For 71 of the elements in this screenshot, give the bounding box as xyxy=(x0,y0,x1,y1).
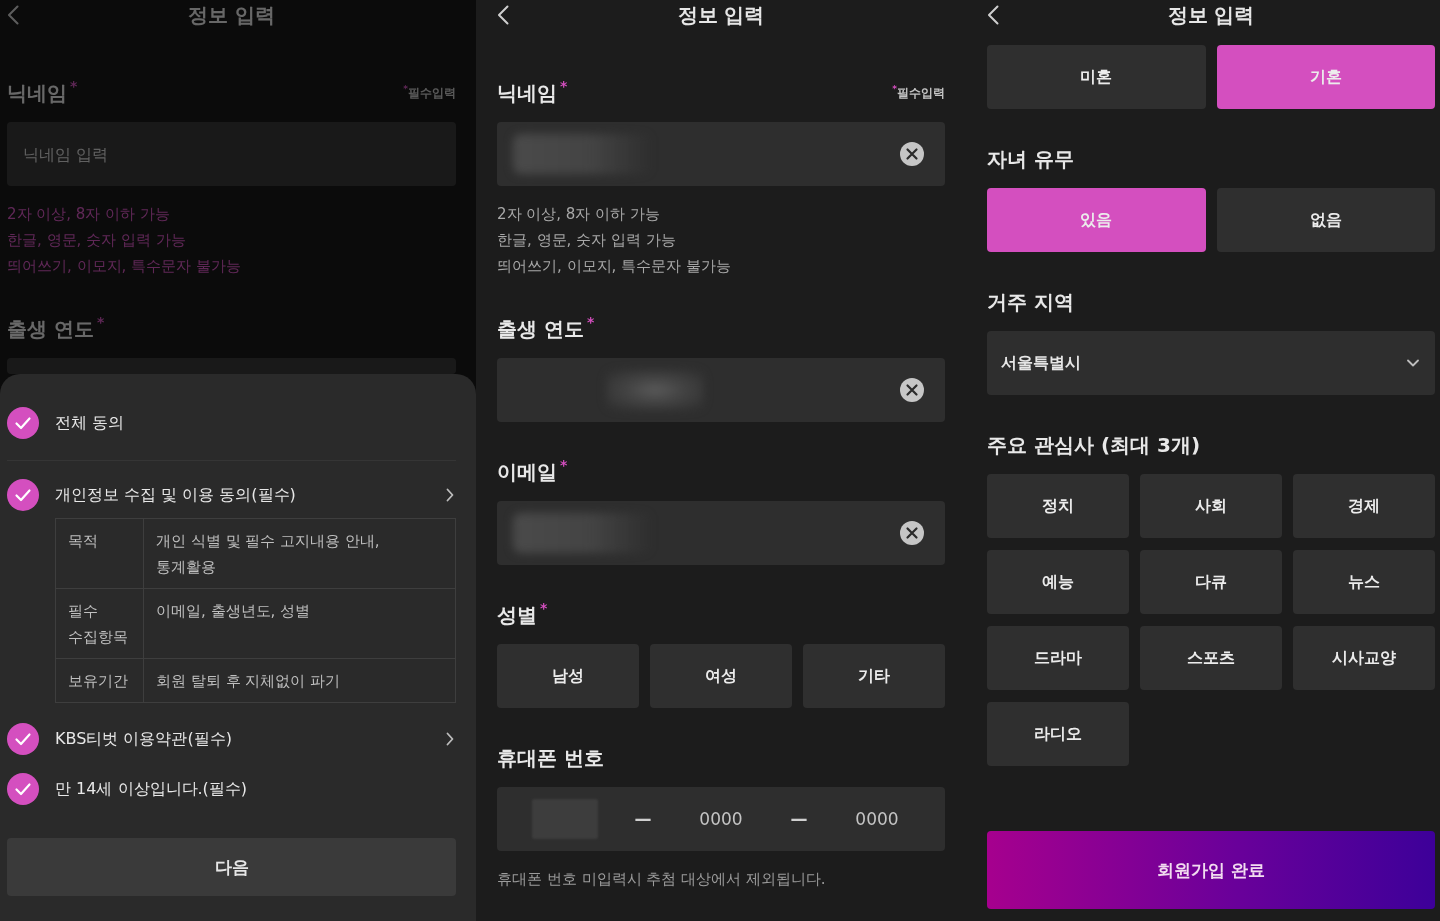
chevron-down-icon xyxy=(1407,359,1419,367)
screen-title: 정보 입력 xyxy=(677,2,765,29)
back-icon[interactable] xyxy=(987,5,999,25)
required-note: *필수입력 xyxy=(403,85,456,101)
hint-text: 띄어쓰기, 이모지, 특수문자 불가능 xyxy=(497,256,731,277)
table-cell-text: 회원 탈퇴 후 지체없이 파기 xyxy=(155,671,342,692)
choice-button[interactable]: 미혼 xyxy=(987,45,1206,109)
choice-button[interactable]: 사회 xyxy=(1140,474,1282,538)
table-cell: 목적 xyxy=(56,519,144,589)
choice-button[interactable]: 드라마 xyxy=(987,626,1129,690)
field-label: 이메일* xyxy=(497,458,568,486)
choice-button[interactable]: 다큐 xyxy=(1140,550,1282,614)
field-label: 출생 연도* xyxy=(7,315,105,343)
choice-button[interactable]: 시사교양 xyxy=(1293,626,1435,690)
hint-text: 띄어쓰기, 이모지, 특수문자 불가능 xyxy=(7,256,241,277)
check-circle-icon[interactable] xyxy=(7,407,39,439)
check-circle-icon[interactable] xyxy=(7,723,39,755)
choice-button[interactable]: 정치 xyxy=(987,474,1129,538)
choice-button[interactable]: 경제 xyxy=(1293,474,1435,538)
table-cell: 이메일, 출생년도, 성별 xyxy=(144,589,455,659)
field-label: 출생 연도* xyxy=(497,315,595,343)
choice-button[interactable]: 기타 xyxy=(803,644,945,708)
table-cell: 개인 식별 및 필수 고지내용 안내, 통계활용 xyxy=(144,519,455,589)
clear-icon[interactable] xyxy=(900,142,924,166)
text-input[interactable]: 닉네임 입력 xyxy=(23,144,435,164)
screen-title: 정보 입력 xyxy=(1167,2,1255,29)
check-circle-icon[interactable] xyxy=(7,773,39,805)
phone-input[interactable]: 0000 xyxy=(847,809,907,829)
hint-text: 한글, 영문, 숫자 입력 가능 xyxy=(7,230,186,251)
clear-icon[interactable] xyxy=(899,378,924,402)
agreement-label: 전체 동의 xyxy=(55,412,125,434)
clear-icon[interactable] xyxy=(900,521,924,545)
agreement-label: 개인정보 수집 및 이용 동의(필수) xyxy=(55,484,296,506)
field-label: 주요 관심사 (최대 3개) xyxy=(987,432,1201,459)
field-label: 휴대폰 번호 xyxy=(497,745,604,772)
field-label: 거주 지역 xyxy=(987,289,1074,316)
next-button[interactable]: 다음 xyxy=(7,838,456,896)
region-select[interactable]: 서울특별시 xyxy=(987,331,1435,395)
hint-text: 한글, 영문, 숫자 입력 가능 xyxy=(497,230,676,251)
table-cell: 보유기간 xyxy=(56,659,144,702)
submit-button[interactable]: 회원가입 완료 xyxy=(987,831,1435,909)
text-field[interactable] xyxy=(497,122,945,186)
table-cell: 필수 수집항목 xyxy=(56,589,144,659)
text-field[interactable] xyxy=(7,358,456,374)
choice-button[interactable]: 남성 xyxy=(497,644,639,708)
field-label: 자녀 유무 xyxy=(987,146,1074,173)
check-circle-icon[interactable] xyxy=(7,479,39,511)
text-field[interactable] xyxy=(497,501,945,565)
choice-button[interactable]: 예능 xyxy=(987,550,1129,614)
text-field[interactable] xyxy=(497,358,945,422)
back-icon[interactable] xyxy=(497,5,509,25)
choice-button[interactable]: 없음 xyxy=(1216,188,1435,252)
required-note: *필수입력 xyxy=(892,85,945,101)
agreement-label: KBS티벗 이용약관(필수) xyxy=(55,728,232,750)
phone-input[interactable]: 0000 xyxy=(691,809,751,829)
choice-button[interactable]: 뉴스 xyxy=(1293,550,1435,614)
agreement-label: 만 14세 이상입니다.(필수) xyxy=(55,778,248,800)
phone-field[interactable]: — 0000 — 0000 xyxy=(497,787,945,851)
chevron-right-icon[interactable] xyxy=(446,488,454,502)
hint-text: 2자 이상, 8자 이하 가능 xyxy=(7,204,170,225)
field-label: 닉네임* xyxy=(497,79,568,107)
screen-title: 정보 입력 xyxy=(188,2,275,29)
text-field[interactable]: 닉네임 입력 xyxy=(7,122,456,186)
hint-text: 2자 이상, 8자 이하 가능 xyxy=(497,204,660,225)
choice-button[interactable]: 라디오 xyxy=(987,702,1129,766)
choice-button[interactable]: 여성 xyxy=(650,644,792,708)
chevron-right-icon[interactable] xyxy=(446,732,454,746)
phone-note: 휴대폰 번호 미입력시 추첨 대상에서 제외됩니다. xyxy=(497,869,827,890)
field-label: 성별* xyxy=(497,601,548,629)
field-label: 닉네임* xyxy=(7,79,78,107)
choice-button[interactable]: 스포츠 xyxy=(1140,626,1282,690)
